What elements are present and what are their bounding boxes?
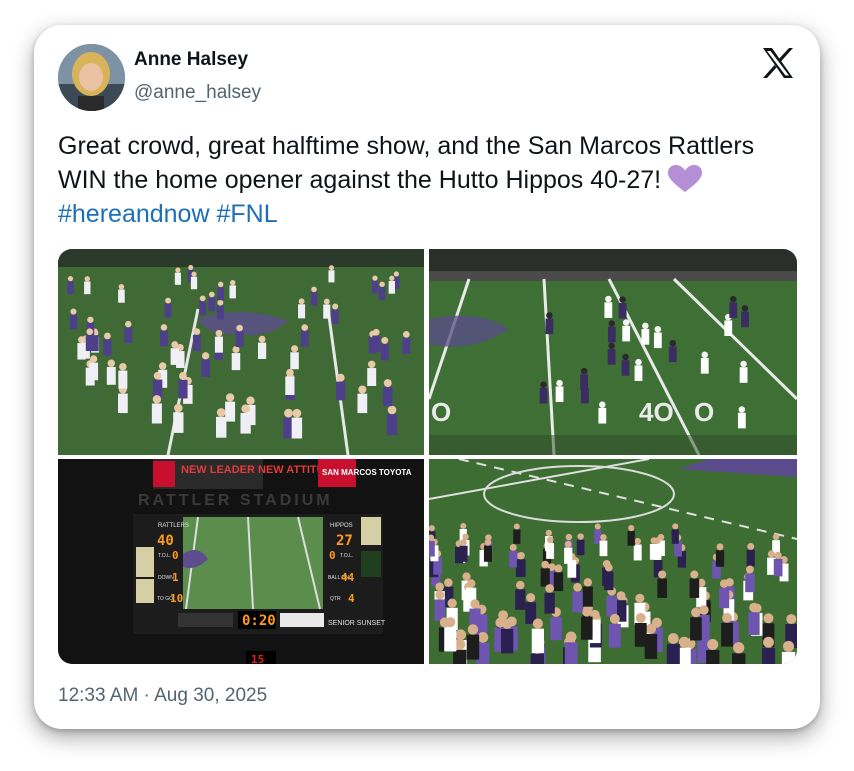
svg-text:O: O <box>431 397 451 427</box>
photo-team-celebration[interactable] <box>429 459 797 664</box>
stadium-name: RATTLER STADIUM <box>138 492 333 509</box>
hashtag-fnl[interactable]: #FNL <box>216 200 277 228</box>
post-timestamp[interactable]: 12:33 AM · Aug 30, 2025 <box>58 685 267 707</box>
down-value: 1 <box>172 571 179 584</box>
qtr-label: QTR <box>330 596 341 602</box>
post-card: Anne Halsey @anne_halsey Great crowd, gr… <box>34 25 820 729</box>
away-label: HIPPOS <box>330 523 353 529</box>
ballon-value: 44 <box>341 571 355 584</box>
avatar[interactable] <box>58 44 125 111</box>
tol-label-home: T.O.L. <box>158 553 171 559</box>
author-handle[interactable]: @anne_halsey <box>134 82 261 104</box>
sponsor-left: NEW LEADER NEW ATTITUDE <box>181 464 340 476</box>
media-grid: O 4O O NEW LEADER NEW ATTITUDE SAN MARCO… <box>58 249 797 664</box>
hashtag-hereandnow[interactable]: #hereandnow <box>58 200 210 228</box>
svg-text:O: O <box>694 397 714 427</box>
home-label: RATTLERS <box>158 523 189 529</box>
tol-label-away: T.O.L. <box>340 553 353 559</box>
play-clock: 15 <box>251 653 264 664</box>
author-name[interactable]: Anne Halsey <box>134 49 248 71</box>
home-tol: 0 <box>172 549 179 562</box>
home-score: 40 <box>157 533 174 549</box>
svg-text:4O: 4O <box>639 397 674 427</box>
scoreboard-footer: SENIOR SUNSET <box>328 620 386 627</box>
qtr-value: 4 <box>348 592 355 605</box>
away-tol: 0 <box>329 549 336 562</box>
post-body: Great crowd, great halftime show, and th… <box>58 132 755 194</box>
togo-value: 10 <box>170 592 183 605</box>
game-clock: 0:20 <box>242 613 276 629</box>
photo-halftime-dancers[interactable] <box>58 249 424 455</box>
photo-football-play[interactable]: O 4O O <box>429 249 797 455</box>
sponsor-right: SAN MARCOS TOYOTA <box>322 468 412 477</box>
away-score: 27 <box>336 533 353 549</box>
post-text: Great crowd, great halftime show, and th… <box>58 129 778 231</box>
purple-heart-icon <box>668 165 703 193</box>
x-logo-icon[interactable] <box>760 45 796 81</box>
photo-scoreboard[interactable]: NEW LEADER NEW ATTITUDE SAN MARCOS TOYOT… <box>58 459 424 664</box>
